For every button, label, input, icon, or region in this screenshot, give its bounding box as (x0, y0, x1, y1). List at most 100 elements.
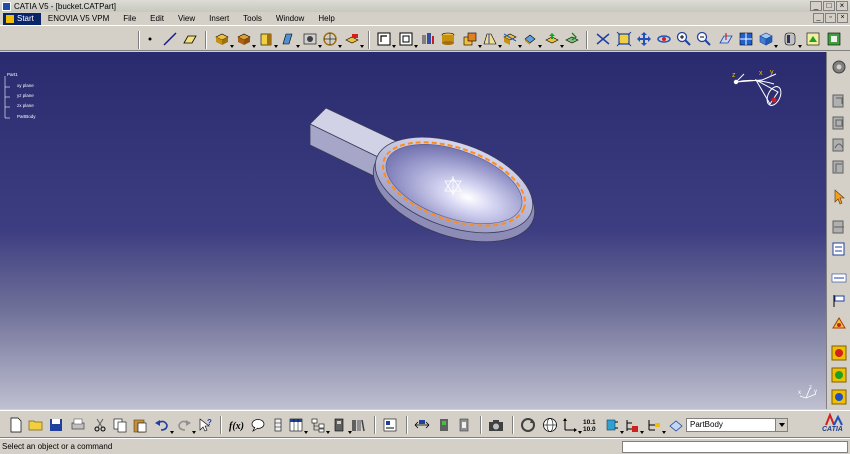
curvature-analysis-icon[interactable] (830, 136, 848, 154)
knowledge-check-icon[interactable] (830, 388, 848, 406)
tree-structure-icon[interactable] (310, 417, 330, 434)
part-geometry[interactable] (0, 52, 826, 409)
flag-note-icon[interactable] (830, 292, 848, 310)
fit-all-icon[interactable] (616, 31, 632, 47)
shaft-icon[interactable] (258, 31, 278, 48)
power-input-field[interactable] (622, 441, 848, 453)
rib-icon[interactable] (280, 31, 300, 48)
parameter-icon[interactable] (414, 417, 430, 433)
menu-help[interactable]: Help (311, 13, 341, 25)
doc-minimize-icon[interactable]: _ (813, 13, 824, 23)
select-cursor-icon[interactable] (830, 188, 848, 206)
redo-icon[interactable] (176, 417, 196, 434)
define-work-object-icon[interactable] (668, 417, 684, 433)
whats-this-icon[interactable]: ? (197, 417, 213, 433)
knowledge-formula-icon[interactable] (830, 344, 848, 362)
swap-visible-space-icon[interactable] (826, 31, 842, 47)
measure-between-icon[interactable] (830, 218, 848, 236)
translation-icon[interactable] (544, 31, 564, 48)
rotate-icon[interactable] (656, 31, 672, 47)
draft-icon[interactable] (482, 31, 502, 48)
menu-insert[interactable]: Insert (202, 13, 236, 25)
shell-icon[interactable] (344, 31, 364, 48)
split-icon[interactable] (502, 31, 522, 48)
plane-icon[interactable] (182, 31, 198, 47)
tree-item-yz-plane[interactable]: yz plane (17, 93, 34, 98)
hide-show-icon[interactable] (805, 31, 821, 47)
formula-icon[interactable]: f(x) (228, 417, 244, 433)
copy-icon[interactable] (112, 417, 128, 433)
web-icon[interactable] (542, 417, 558, 433)
chevron-down-icon[interactable] (775, 419, 787, 431)
paste-icon[interactable] (132, 417, 148, 433)
undo-icon[interactable] (154, 417, 174, 434)
reaction-icon[interactable] (436, 417, 452, 433)
positioned-sketch-icon[interactable] (398, 31, 418, 48)
open-folder-icon[interactable] (28, 417, 44, 433)
cylinder-icon[interactable] (440, 31, 456, 47)
knowledge-rule-icon[interactable] (830, 366, 848, 384)
sketch-plane-icon[interactable] (420, 31, 436, 47)
gear-icon[interactable] (830, 58, 848, 76)
update-icon[interactable] (520, 417, 536, 433)
thickness-icon[interactable] (522, 31, 542, 48)
tree-item-xy-plane[interactable]: xy plane (17, 83, 34, 88)
shading-icon[interactable] (782, 31, 802, 48)
library-icon[interactable] (350, 417, 366, 433)
doc-close-icon[interactable]: × (837, 13, 848, 23)
design-table-icon[interactable] (270, 417, 286, 433)
doc-restore-icon[interactable]: ▫ (825, 13, 836, 23)
menu-edit[interactable]: Edit (143, 13, 171, 25)
fillet-icon[interactable] (322, 31, 342, 48)
dress-up-icon[interactable] (830, 92, 848, 110)
new-file-icon[interactable] (8, 417, 24, 433)
tree-expand-icon[interactable] (646, 417, 666, 434)
maximize-icon[interactable]: □ (823, 1, 835, 11)
camera-icon[interactable] (488, 417, 504, 433)
pocket-icon[interactable] (236, 31, 256, 48)
measure-icon[interactable] (604, 417, 624, 434)
cut-icon[interactable] (92, 417, 108, 433)
table-icon[interactable] (288, 417, 308, 434)
menu-enovia[interactable]: ENOVIA V5 VPM (41, 13, 116, 25)
minimize-icon[interactable]: _ (810, 1, 822, 11)
point-icon[interactable] (144, 31, 160, 47)
menu-tools[interactable]: Tools (236, 13, 269, 25)
work-object-select[interactable]: PartBody (686, 418, 788, 432)
pan-icon[interactable] (636, 31, 652, 47)
tree-item-zx-plane[interactable]: zx plane (17, 103, 34, 108)
comment-icon[interactable] (250, 417, 266, 433)
menu-view[interactable]: View (171, 13, 202, 25)
print-icon[interactable] (70, 417, 86, 433)
close-icon[interactable]: × (836, 1, 848, 11)
draft-analysis-icon[interactable] (830, 114, 848, 132)
tree-item-partbody[interactable]: PartBody (17, 114, 36, 119)
zoom-in-icon[interactable] (676, 31, 692, 47)
menu-start[interactable]: Start (3, 12, 41, 25)
catalog-browser-icon[interactable] (332, 417, 352, 434)
mirror-icon[interactable] (564, 31, 580, 47)
measure-item-icon[interactable] (830, 240, 848, 258)
hole-icon[interactable] (302, 31, 322, 48)
tree-root-part[interactable]: Part1 (7, 72, 18, 77)
pad-icon[interactable] (214, 31, 234, 48)
save-icon[interactable] (48, 417, 64, 433)
menu-window[interactable]: Window (269, 13, 311, 25)
fly-mode-icon[interactable] (595, 31, 611, 47)
text-annotation-icon[interactable] (830, 270, 848, 288)
menu-file[interactable]: File (116, 13, 143, 25)
zoom-out-icon[interactable] (696, 31, 712, 47)
normal-view-icon[interactable] (718, 31, 734, 47)
knowledge-inspector-icon[interactable] (456, 417, 472, 433)
apply-material-icon[interactable] (830, 314, 848, 332)
iso-view-icon[interactable] (758, 31, 778, 48)
axis-system-icon[interactable] (562, 417, 582, 434)
surface-analysis-icon[interactable] (830, 158, 848, 176)
units-icon[interactable]: 10.1 10.0 (583, 417, 599, 433)
insert-body-icon[interactable] (624, 417, 644, 434)
compass-widget[interactable]: z x y (726, 68, 786, 123)
multi-view-icon[interactable] (738, 31, 754, 47)
sketcher-icon[interactable] (376, 31, 396, 48)
line-icon[interactable] (162, 31, 178, 47)
3d-viewport[interactable]: z x y z y x (0, 52, 826, 409)
